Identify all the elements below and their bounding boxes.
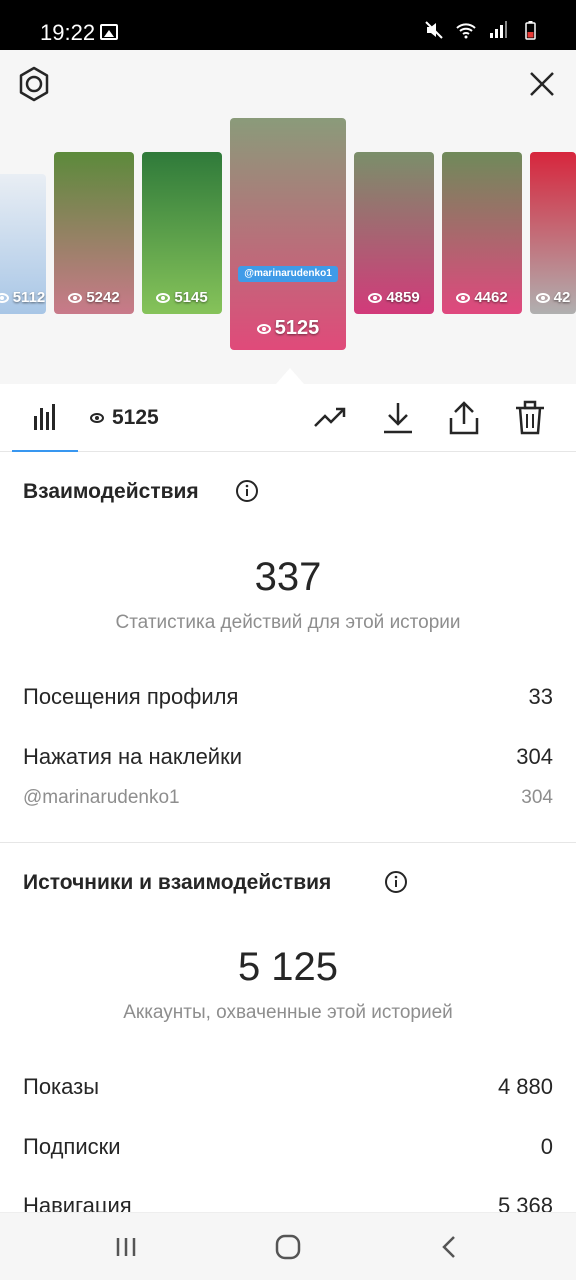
trash-icon[interactable] <box>512 400 548 436</box>
section-divider <box>0 842 576 843</box>
info-icon[interactable] <box>384 870 408 894</box>
close-icon[interactable] <box>526 68 558 100</box>
eye-icon <box>156 293 171 304</box>
recents-icon[interactable] <box>110 1231 142 1263</box>
impressions-label: Показы <box>23 1074 100 1099</box>
profile-visits-value: 33 <box>528 684 553 709</box>
wifi-icon <box>456 23 476 39</box>
follows-label: Подписки <box>23 1134 121 1159</box>
follows-value: 0 <box>540 1134 553 1159</box>
sticker-taps-value: 304 <box>516 744 553 769</box>
impressions-value: 4 880 <box>497 1074 553 1099</box>
signal-icon <box>490 21 507 38</box>
story-thumbnail-selected[interactable]: @marinarudenko1 5125 <box>230 118 346 350</box>
interactions-total: 337 <box>254 555 322 599</box>
mute-icon <box>425 21 443 39</box>
story-thumbnail[interactable]: 4462 <box>442 152 522 314</box>
views-count[interactable]: 5125 <box>90 406 159 430</box>
story-views: 4462 <box>474 289 508 306</box>
eye-icon <box>68 293 83 304</box>
sticker-taps-label: Нажатия на наклейки <box>23 744 243 769</box>
back-icon[interactable] <box>434 1231 466 1263</box>
discovery-total: 5 125 <box>237 945 339 989</box>
story-views: 42 <box>553 289 571 306</box>
insights-toolbar: 5125 <box>0 384 576 452</box>
discovery-caption: Аккаунты, охваченные этой историей <box>123 1002 453 1023</box>
mention-sticker: @marinarudenko1 <box>238 266 338 282</box>
story-thumbnail[interactable]: 5112 <box>0 174 46 314</box>
share-icon[interactable] <box>446 400 482 436</box>
views-count-value: 5125 <box>112 406 159 429</box>
status-time: 19:22 <box>40 20 96 45</box>
story-thumbnail[interactable]: 4859 <box>354 152 434 314</box>
story-views: 5145 <box>174 289 208 306</box>
story-thumbnail[interactable]: 5242 <box>54 152 134 314</box>
interactions-caption: Статистика действий для этой истории <box>115 612 461 633</box>
bar-chart-icon <box>34 404 55 430</box>
story-views: 5112 <box>12 289 46 306</box>
story-carousel-panel: 5112 5242 5145 @marinarudenko1 5125 4859… <box>0 50 576 384</box>
story-views: 5242 <box>86 289 120 306</box>
discovery-title: Источники и взаимодействия <box>23 871 332 894</box>
eye-icon <box>535 293 550 304</box>
sticker-mention-value: 304 <box>521 787 553 808</box>
gallery-icon <box>100 24 118 40</box>
home-icon[interactable] <box>272 1231 304 1263</box>
story-views: 5125 <box>274 317 320 339</box>
trending-icon[interactable] <box>312 400 348 436</box>
battery-icon <box>525 21 536 40</box>
interactions-title: Взаимодействия <box>23 480 199 503</box>
eye-icon <box>368 293 383 304</box>
eye-icon <box>90 413 104 423</box>
eye-icon <box>456 293 471 304</box>
system-nav-bar <box>0 1212 576 1280</box>
sticker-mention-label: @marinarudenko1 <box>23 787 180 808</box>
tab-insights[interactable] <box>12 384 78 452</box>
story-thumbnail[interactable]: 5145 <box>142 152 222 314</box>
gear-icon[interactable] <box>16 66 52 102</box>
info-icon[interactable] <box>235 479 259 503</box>
selection-pointer <box>276 368 304 384</box>
active-tab-underline <box>12 450 78 452</box>
profile-visits-label: Посещения профиля <box>23 684 239 709</box>
story-thumbnail[interactable]: 42 <box>530 152 576 314</box>
status-bar: 19:22 <box>0 0 576 50</box>
story-views: 4859 <box>386 289 420 306</box>
eye-icon <box>0 293 9 304</box>
download-icon[interactable] <box>380 400 416 436</box>
status-icons <box>424 20 540 40</box>
eye-icon <box>256 323 271 334</box>
